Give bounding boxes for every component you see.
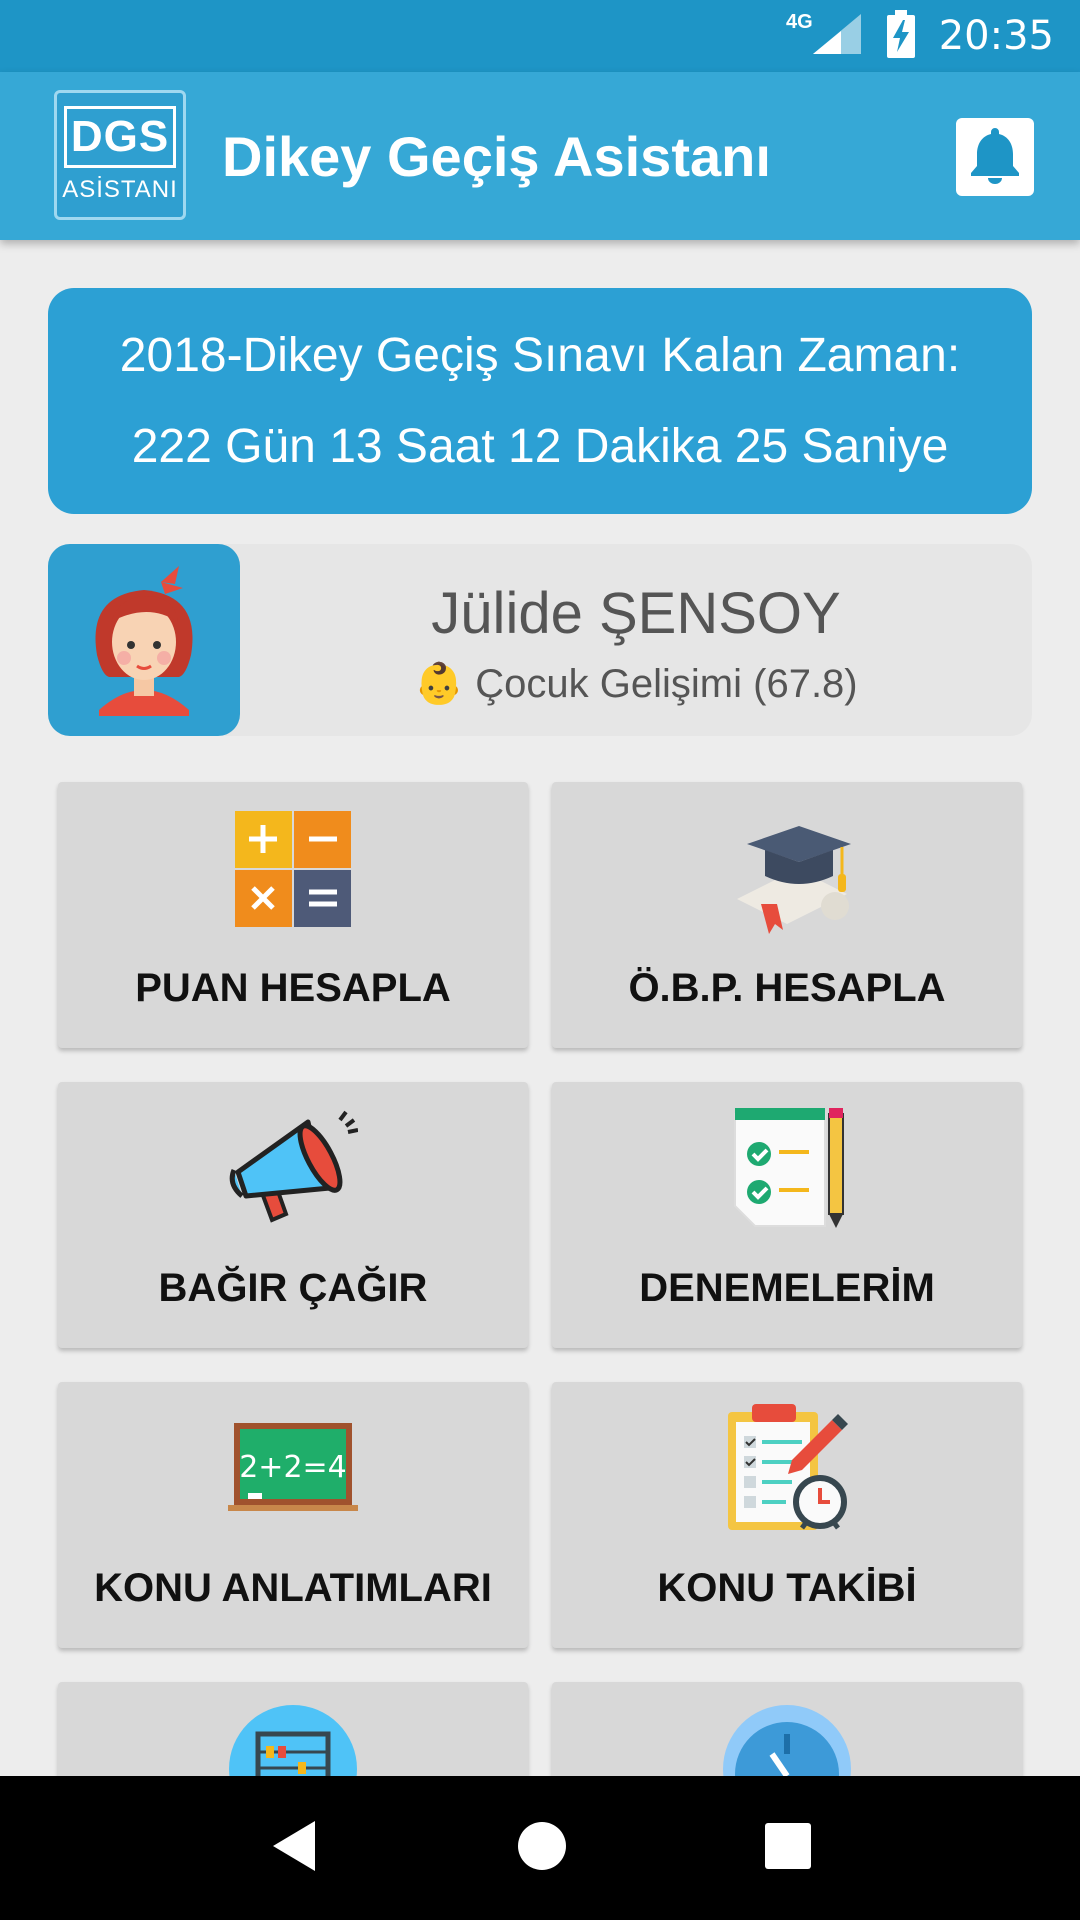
notifications-button[interactable] <box>956 118 1034 196</box>
signal-icon <box>811 12 863 61</box>
menu-tile-konu-anlatimlari[interactable]: 2+2=4 KONU ANLATIMLARI <box>58 1382 528 1648</box>
graduation-cap-icon <box>552 804 1022 934</box>
stopwatch-icon <box>552 1704 1022 1782</box>
menu-tile-label: KONU ANLATIMLARI <box>94 1566 492 1610</box>
status-bar: 4G 20:35 <box>0 0 1080 72</box>
exam-countdown-banner: 2018-Dikey Geçiş Sınavı Kalan Zaman: 222… <box>48 288 1032 514</box>
profile-card[interactable]: Jülide ŞENSOY 👶 Çocuk Gelişimi (67.8) <box>48 544 1032 736</box>
battery-charging-icon <box>885 9 917 63</box>
app-title: Dikey Geçiş Asistanı <box>222 125 771 188</box>
svg-text:2+2=4: 2+2=4 <box>239 1450 347 1485</box>
checklist-icon <box>552 1104 1022 1234</box>
network-type: 4G <box>786 10 813 33</box>
menu-tile-denemelerim[interactable]: DENEMELERİM <box>552 1082 1022 1348</box>
app-logo: DGS ASİSTANI <box>54 90 186 220</box>
menu-grid: PUAN HESAPLA Ö.B.P. HESAPLA BAĞIR ÇAĞIR … <box>58 782 1022 1782</box>
recents-icon[interactable] <box>765 1822 811 1874</box>
menu-tile-label: BAĞIR ÇAĞIR <box>158 1266 428 1310</box>
megaphone-icon <box>58 1104 528 1234</box>
menu-tile-konu-takibi[interactable]: KONU TAKİBİ <box>552 1382 1022 1648</box>
logo-dgs-text: DGS <box>64 106 176 168</box>
profile-name: Jülide ŞENSOY <box>431 581 841 646</box>
clock: 20:35 <box>938 13 1054 59</box>
back-icon[interactable] <box>269 1819 319 1878</box>
menu-tile-label: Ö.B.P. HESAPLA <box>628 966 946 1010</box>
home-icon[interactable] <box>517 1821 567 1876</box>
countdown-title: 2018-Dikey Geçiş Sınavı Kalan Zaman: <box>119 329 961 382</box>
menu-tile-stopwatch[interactable] <box>552 1682 1022 1782</box>
menu-tile-bagir-cagir[interactable]: BAĞIR ÇAĞIR <box>58 1082 528 1348</box>
abacus-icon <box>58 1704 528 1782</box>
woman-avatar-icon <box>95 566 193 716</box>
app-bar: DGS ASİSTANI Dikey Geçiş Asistanı <box>0 72 1080 240</box>
countdown-remaining: 222 Gün 13 Saat 12 Dakika 25 Saniye <box>131 420 949 473</box>
menu-tile-puan-hesapla[interactable]: PUAN HESAPLA <box>58 782 528 1048</box>
clipboard-timer-icon <box>552 1404 1022 1534</box>
avatar[interactable] <box>48 544 240 736</box>
system-navigation-bar <box>0 1776 1080 1920</box>
menu-tile-label: PUAN HESAPLA <box>135 966 451 1010</box>
menu-tile-label: DENEMELERİM <box>639 1266 935 1310</box>
calculator-icon <box>58 804 528 934</box>
menu-tile-abacus[interactable] <box>58 1682 528 1782</box>
bell-icon <box>969 126 1021 189</box>
profile-department-score: 👶 Çocuk Gelişimi (67.8) <box>414 662 858 706</box>
menu-tile-label: KONU TAKİBİ <box>657 1566 917 1610</box>
logo-asistani-text: ASİSTANI <box>62 176 178 203</box>
menu-tile-obp-hesapla[interactable]: Ö.B.P. HESAPLA <box>552 782 1022 1048</box>
chalkboard-icon: 2+2=4 <box>58 1404 528 1534</box>
